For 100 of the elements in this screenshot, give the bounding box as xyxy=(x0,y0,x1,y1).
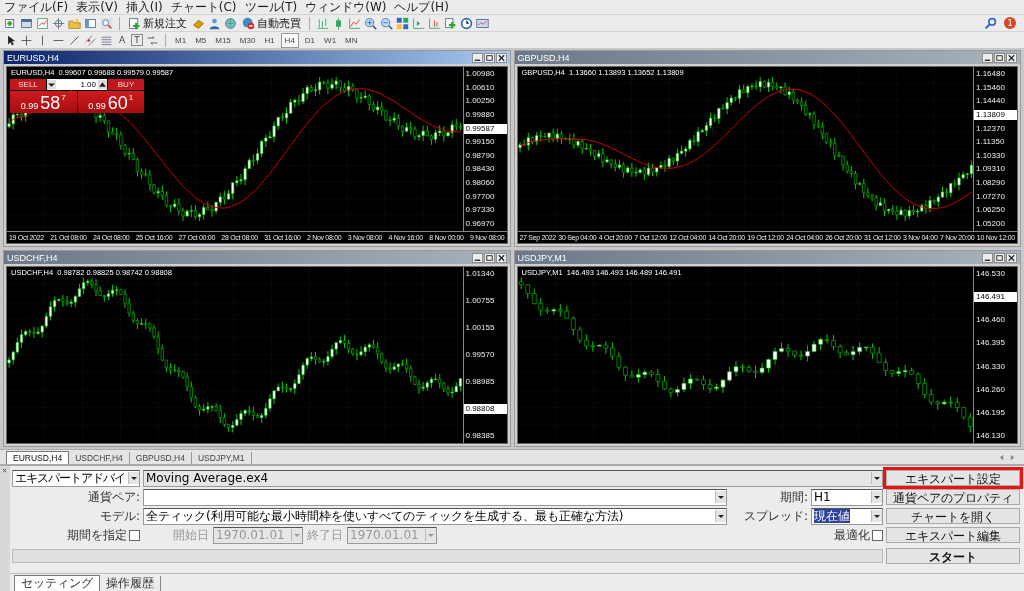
timeframe-button[interactable]: M5 xyxy=(192,33,210,47)
menu-item[interactable]: ツール(T) xyxy=(244,0,298,14)
autoscroll-icon[interactable] xyxy=(428,16,441,30)
sell-button[interactable]: SELL xyxy=(10,79,46,90)
window-icon[interactable] xyxy=(20,16,33,30)
indicator-icon[interactable] xyxy=(444,16,457,30)
minimize-icon[interactable] xyxy=(982,252,993,263)
scroll-left-icon[interactable] xyxy=(998,454,1005,461)
price-label: 1.14440 xyxy=(975,96,1006,107)
maximize-icon[interactable] xyxy=(994,52,1005,63)
magnifier-icon[interactable] xyxy=(100,16,113,30)
price-label: 1.12370 xyxy=(975,123,1006,134)
maximize-icon[interactable] xyxy=(483,52,495,63)
text-tool[interactable]: A xyxy=(116,34,128,46)
price-label: 1.00250 xyxy=(464,96,496,107)
timeframe-button[interactable]: W1 xyxy=(321,33,340,47)
menu-item[interactable]: 挿入(I) xyxy=(125,0,163,14)
symbol-dropdown[interactable] xyxy=(143,488,727,506)
increase-icon[interactable] xyxy=(98,80,107,89)
close-icon[interactable] xyxy=(495,52,507,63)
person-icon[interactable] xyxy=(208,16,221,30)
new-chart-icon[interactable] xyxy=(4,16,17,30)
timeframe-button[interactable]: H4 xyxy=(280,32,299,48)
zoom-in-icon[interactable] xyxy=(364,16,377,30)
new-order-button[interactable]: 新規注文 xyxy=(126,15,189,31)
template-icon[interactable] xyxy=(476,16,489,30)
timeframe-button[interactable]: MN xyxy=(342,33,361,47)
timeframe-button[interactable]: D1 xyxy=(301,33,319,47)
checkbox[interactable] xyxy=(129,529,140,541)
timeframe-button[interactable]: H1 xyxy=(261,33,278,47)
menu-item[interactable]: ファイル(F) xyxy=(4,0,69,14)
price-label: 1.05200 xyxy=(975,218,1006,229)
close-icon[interactable] xyxy=(1,467,8,474)
price-label: 1.11350 xyxy=(975,137,1006,148)
close-icon[interactable] xyxy=(1006,252,1017,263)
chart-title-bar[interactable]: GBPUSD,H4 xyxy=(514,51,1020,64)
line-chart-icon[interactable] xyxy=(348,16,361,30)
chart-tab[interactable]: USDCHF,H4 xyxy=(69,452,130,464)
price-label: 0.99570 xyxy=(464,350,496,360)
auto-trading-button[interactable]: 自動売買 xyxy=(240,15,303,31)
spread-dropdown[interactable]: 現在値 xyxy=(811,507,883,525)
open-chart-button[interactable]: チャートを開く xyxy=(886,508,1020,524)
close-icon[interactable] xyxy=(1006,52,1017,63)
close-icon[interactable] xyxy=(495,252,507,263)
panel-icon[interactable] xyxy=(84,16,97,30)
symbol-properties-button[interactable]: 通貨ペアのプロパティ xyxy=(886,489,1020,505)
text-label-tool[interactable]: T xyxy=(131,34,143,46)
chart-title-bar[interactable]: USDCHF,H4 xyxy=(4,251,510,264)
chart-window-icon[interactable] xyxy=(36,16,49,30)
notification-badge[interactable]: 1 xyxy=(1004,17,1016,29)
decrease-icon[interactable] xyxy=(47,80,56,89)
menu-item[interactable]: 表示(V) xyxy=(76,0,118,14)
model-dropdown[interactable]: 全ティック(利用可能な最小時間枠を使いすべてのティックを生成する、最も正確な方法) xyxy=(143,507,727,525)
edit-expert-button[interactable]: エキスパート編集 xyxy=(886,527,1020,543)
period-dropdown[interactable]: H1 xyxy=(811,488,883,506)
price-label: 0.96970 xyxy=(464,218,496,229)
price-label: 0.97330 xyxy=(464,205,496,216)
expert-settings-button[interactable]: エキスパート設定 xyxy=(886,470,1020,486)
chart-tab[interactable]: USDJPY,M1 xyxy=(191,452,252,464)
minimize-icon[interactable] xyxy=(982,52,993,63)
price-label: 1.08290 xyxy=(975,178,1006,188)
crosshair-icon[interactable] xyxy=(52,16,65,30)
buy-button[interactable]: BUY xyxy=(108,79,144,90)
trend-line-icon[interactable] xyxy=(68,33,81,47)
tile-windows-icon[interactable] xyxy=(396,16,409,30)
program-type-dropdown[interactable]: エキスパートアドバイ xyxy=(12,469,140,487)
menu-item[interactable]: ウィンドウ(W) xyxy=(305,0,387,14)
checkbox[interactable] xyxy=(872,529,883,541)
timeframe-button[interactable]: M30 xyxy=(236,33,259,47)
channel-icon[interactable] xyxy=(84,33,97,47)
clock-icon[interactable] xyxy=(460,16,473,30)
panel-tab[interactable]: 操作履歴 xyxy=(100,576,161,591)
menu-item[interactable]: チャート(C) xyxy=(170,0,237,14)
checkbox-label: 期間を指定 xyxy=(67,526,127,544)
minimize-icon[interactable] xyxy=(471,252,483,263)
chart-title-bar[interactable]: EURUSD,H4 xyxy=(4,51,510,64)
start-button[interactable]: スタート xyxy=(886,548,1020,564)
panel-tab[interactable]: セッティング xyxy=(14,575,100,591)
zoom-out-icon[interactable] xyxy=(380,16,393,30)
maximize-icon[interactable] xyxy=(994,252,1005,263)
price-label: 0.99880 xyxy=(464,109,496,120)
field-label: スプレッド: xyxy=(742,507,808,525)
lot-size-field[interactable]: 1.00 xyxy=(47,79,107,90)
price-label: 0.98808 xyxy=(463,404,507,414)
menu-item[interactable]: ヘルプ(H) xyxy=(394,0,449,14)
price-label: 1.06250 xyxy=(975,205,1006,216)
price-label: 0.98385 xyxy=(464,431,496,441)
expert-dropdown[interactable]: Moving Average.ex4 xyxy=(143,469,883,487)
minimize-icon[interactable] xyxy=(471,52,483,63)
timeframe-button[interactable]: M15 xyxy=(212,33,234,47)
crosshair-icon[interactable] xyxy=(20,33,33,47)
chart-tab[interactable]: GBPUSD,H4 xyxy=(129,452,192,464)
chart-title-bar[interactable]: USDJPY,M1 xyxy=(514,251,1020,264)
scroll-right-icon[interactable] xyxy=(1009,454,1016,461)
price-label: 1.00155 xyxy=(464,323,496,333)
maximize-icon[interactable] xyxy=(483,252,495,263)
timeframe-button[interactable]: M1 xyxy=(172,33,190,47)
chart-tab[interactable]: EURUSD,H4 xyxy=(6,451,70,464)
search-icon[interactable] xyxy=(984,16,997,30)
field-label: モデル: xyxy=(98,507,140,525)
